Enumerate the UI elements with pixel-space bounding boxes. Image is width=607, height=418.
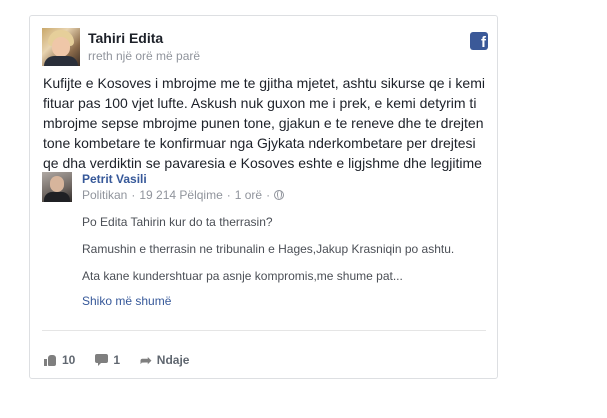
- thumbs-up-icon: [44, 354, 57, 366]
- meta-separator: ·: [226, 188, 231, 202]
- facebook-icon[interactable]: f: [470, 32, 488, 50]
- shared-post-age[interactable]: 1 orë: [235, 188, 262, 202]
- share-label: Ndaje: [156, 353, 190, 367]
- shared-text-line: Ramushin e therrasin ne tribunalin e Hag…: [82, 242, 455, 256]
- author-name[interactable]: Tahiri Edita: [88, 30, 163, 46]
- share-button[interactable]: ➦ Ndaje: [140, 353, 189, 367]
- globe-icon: [274, 190, 285, 200]
- post-timestamp[interactable]: rreth një orë më parë: [88, 49, 200, 63]
- shared-author-name[interactable]: Petrit Vasili: [82, 172, 147, 186]
- shared-author-avatar[interactable]: [42, 172, 72, 202]
- shared-post-meta: Politikan · 19 214 Pëlqime · 1 orë ·: [82, 188, 285, 202]
- shared-text-line: Po Edita Tahirin kur do ta therrasin?: [82, 215, 273, 229]
- author-avatar[interactable]: [42, 28, 80, 66]
- shared-text-line: Ata kane kundershtuar pa asnje kompromis…: [82, 269, 403, 283]
- post-text: Kufijte e Kosoves i mbrojme me te gjitha…: [43, 75, 485, 171]
- shared-author-category: Politikan: [82, 188, 128, 202]
- action-bar: 10 1 ➦ Ndaje: [44, 353, 209, 367]
- like-button[interactable]: 10: [44, 353, 75, 367]
- comment-icon: [95, 354, 109, 366]
- meta-separator: ·: [131, 188, 136, 202]
- see-more-link[interactable]: Shiko më shumë: [82, 294, 171, 308]
- comment-button[interactable]: 1: [95, 353, 120, 367]
- divider: [42, 330, 486, 331]
- like-count: 10: [62, 353, 76, 367]
- comment-count: 1: [113, 353, 121, 367]
- share-arrow-icon: ➦: [140, 352, 152, 368]
- meta-separator: ·: [266, 188, 271, 202]
- post-card: Tahiri Edita rreth një orë më parë f Kuf…: [29, 15, 498, 379]
- shared-author-likes: 19 214 Pëlqime: [139, 188, 223, 202]
